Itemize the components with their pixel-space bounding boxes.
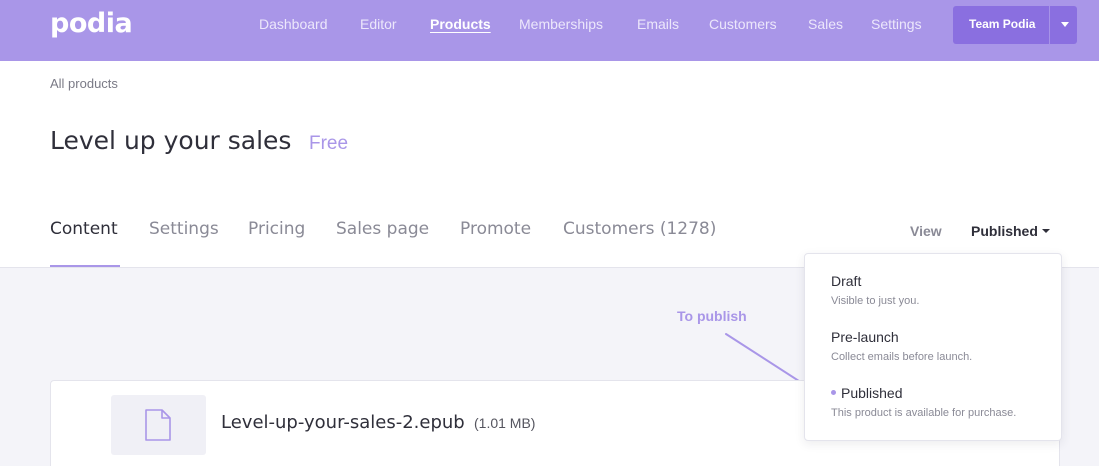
status-dropdown-menu: Draft Visible to just you. Pre-launch Co… xyxy=(804,253,1062,441)
active-tab-indicator xyxy=(50,265,120,267)
breadcrumb-all-products[interactable]: All products xyxy=(50,76,118,91)
nav-item-editor[interactable]: Editor xyxy=(360,16,397,32)
file-thumbnail xyxy=(111,395,206,455)
product-title: Level up your sales xyxy=(50,126,292,155)
nav-item-products[interactable]: Products xyxy=(430,16,491,32)
podia-logo[interactable]: podia xyxy=(50,8,133,39)
file-name[interactable]: Level-up-your-sales-2.epub xyxy=(221,412,465,433)
selected-dot-icon xyxy=(831,390,836,395)
status-option-description: This product is available for purchase. xyxy=(831,407,1017,419)
product-price-badge: Free xyxy=(309,133,349,154)
nav-item-settings[interactable]: Settings xyxy=(871,16,922,32)
nav-item-memberships[interactable]: Memberships xyxy=(519,16,603,32)
tab-pricing[interactable]: Pricing xyxy=(248,219,305,239)
tab-settings[interactable]: Settings xyxy=(149,219,219,239)
file-size: (1.01 MB) xyxy=(474,415,536,431)
status-option-description: Visible to just you. xyxy=(831,295,920,307)
product-header: All products Level up your sales Free Co… xyxy=(0,61,1099,268)
status-option-title: Pre-launch xyxy=(831,329,899,345)
nav-item-customers[interactable]: Customers xyxy=(709,16,777,32)
file-icon xyxy=(145,409,171,441)
tab-content[interactable]: Content xyxy=(50,219,118,239)
top-nav-bar: podia Dashboard Editor Products Membersh… xyxy=(0,0,1099,61)
status-option-published[interactable]: Published This product is available for … xyxy=(831,385,1016,419)
tab-sales-page[interactable]: Sales page xyxy=(336,219,429,239)
status-current-value: Published xyxy=(971,223,1038,239)
status-option-title: Published xyxy=(841,385,903,401)
annotation-label: To publish xyxy=(677,308,747,324)
status-option-description: Collect emails before launch. xyxy=(831,351,973,363)
team-menu-button[interactable]: Team Podia xyxy=(953,6,1077,44)
nav-item-dashboard[interactable]: Dashboard xyxy=(259,16,328,32)
caret-down-icon xyxy=(1041,229,1050,233)
tab-promote[interactable]: Promote xyxy=(460,219,531,239)
status-dropdown-toggle[interactable]: Published xyxy=(971,223,1050,239)
tab-customers[interactable]: Customers (1278) xyxy=(563,219,716,239)
chevron-down-icon[interactable] xyxy=(1061,22,1069,27)
status-option-pre-launch[interactable]: Pre-launch Collect emails before launch. xyxy=(831,329,972,363)
view-label: View xyxy=(910,223,942,239)
nav-item-sales[interactable]: Sales xyxy=(808,16,843,32)
status-option-title: Draft xyxy=(831,273,862,289)
status-option-draft[interactable]: Draft Visible to just you. xyxy=(831,273,919,307)
nav-item-emails[interactable]: Emails xyxy=(637,16,679,32)
team-button-divider xyxy=(1049,6,1050,44)
team-name-label: Team Podia xyxy=(969,17,1036,31)
